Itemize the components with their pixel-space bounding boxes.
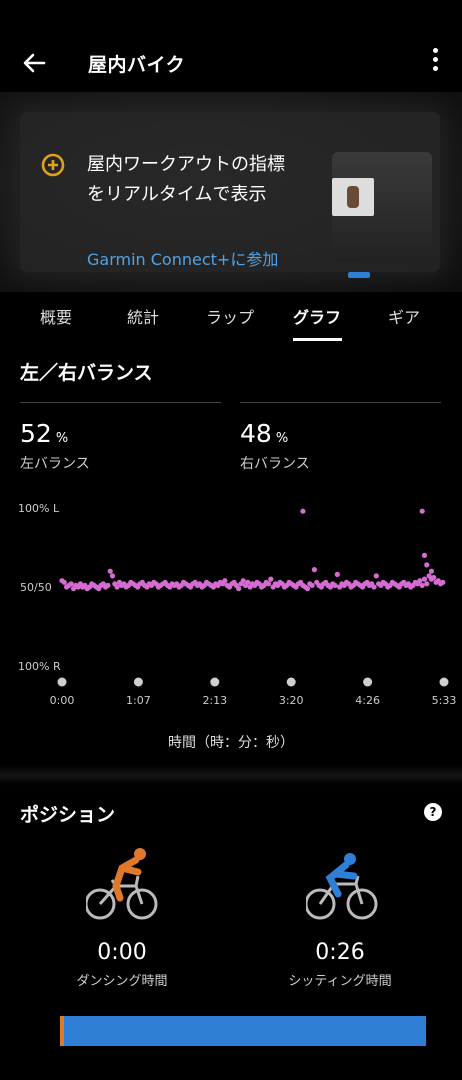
balance-point — [419, 508, 425, 514]
tab-bar: 概要 統計 ラップ グラフ ギア — [0, 296, 462, 344]
right-balance-label: 右バランス — [240, 456, 310, 472]
balance-point — [300, 508, 306, 514]
right-balance-number: 48 — [240, 419, 272, 448]
balance-point — [417, 578, 423, 584]
y-tick-label: 50/50 — [20, 581, 52, 594]
tab-laps[interactable]: ラップ — [206, 304, 254, 328]
tab-overview[interactable]: 概要 — [40, 304, 72, 328]
help-icon[interactable]: ? — [424, 803, 442, 821]
promo-device-image — [332, 152, 432, 278]
balance-point — [236, 586, 242, 592]
balance-point — [107, 568, 113, 574]
position-ratio-bar — [60, 1016, 426, 1046]
balance-point — [332, 582, 338, 588]
x-tick-dot — [133, 677, 143, 687]
right-balance-unit: % — [275, 431, 289, 446]
x-tick-dot — [439, 677, 449, 687]
left-balance-unit: % — [55, 431, 69, 446]
balance-point — [371, 584, 377, 590]
page-title: 屋内バイク — [88, 54, 186, 76]
seated-time: 0:26 — [315, 940, 365, 965]
active-tab-indicator — [293, 338, 342, 341]
balance-point — [265, 581, 272, 587]
x-tick-label: 5:33 — [432, 694, 457, 707]
left-divider — [20, 402, 221, 403]
balance-point — [304, 586, 311, 592]
connect-plus-icon — [41, 153, 65, 177]
balance-point — [424, 562, 430, 568]
left-balance-label: 左バランス — [20, 456, 90, 472]
left-balance-value: 52% — [20, 419, 68, 448]
balance-point — [428, 568, 434, 574]
x-tick-dot — [57, 677, 67, 687]
right-divider — [240, 402, 441, 403]
x-tick-label: 2:13 — [202, 694, 227, 707]
balance-point — [424, 581, 430, 587]
x-tick-label: 3:20 — [279, 694, 304, 707]
standing-ratio-fill — [60, 1016, 64, 1046]
balance-point — [245, 579, 251, 585]
balance-point — [419, 582, 425, 588]
promo-card[interactable]: 屋内ワークアウトの指標 をリアルタイムで表示 Garmin Connect+に参… — [20, 112, 440, 278]
tab-gear[interactable]: ギア — [388, 304, 420, 328]
x-axis-title: 時間（時：分：秒） — [168, 735, 294, 751]
back-arrow-icon[interactable] — [20, 48, 50, 78]
y-tick-label: 100% R — [18, 660, 61, 673]
standing-time: 0:00 — [97, 940, 147, 965]
standing-rider-icon — [86, 848, 158, 920]
seated-label: シッティング時間 — [288, 974, 392, 989]
balance-section-title: 左／右バランス — [20, 362, 153, 384]
balance-point — [268, 576, 274, 582]
tab-graph[interactable]: グラフ — [293, 304, 341, 328]
more-options-icon[interactable] — [428, 48, 442, 80]
balance-point — [431, 574, 437, 581]
right-balance-value: 48% — [240, 419, 288, 448]
y-tick-label: 100% L — [18, 502, 60, 515]
balance-point — [309, 582, 315, 588]
balance-point — [61, 579, 67, 585]
tab-stats[interactable]: 統計 — [127, 304, 159, 328]
left-balance-number: 52 — [20, 419, 52, 448]
balance-point — [373, 573, 379, 579]
x-tick-label: 0:00 — [50, 694, 75, 707]
balance-point — [114, 584, 120, 590]
balance-point — [109, 573, 116, 579]
seated-rider-icon — [306, 853, 378, 920]
x-tick-dot — [363, 677, 373, 687]
balance-point — [240, 578, 246, 584]
x-tick-label: 1:07 — [126, 694, 151, 707]
x-tick-label: 4:26 — [355, 694, 380, 707]
standing-label: ダンシング時間 — [76, 974, 168, 989]
promo-text-line2: をリアルタイムで表示 — [87, 184, 267, 205]
balance-point — [311, 567, 317, 573]
promo-text: 屋内ワークアウトの指標 をリアルタイムで表示 — [87, 150, 327, 210]
position-section-title: ポジション — [20, 804, 116, 826]
balance-point — [421, 576, 428, 582]
balance-point — [334, 571, 340, 577]
balance-point — [421, 552, 428, 558]
balance-point — [222, 578, 228, 584]
balance-chart[interactable]: 100% L 50/50 100% R 0:00 1:07 2:13 3:20 4:26 5:3… — [0, 490, 462, 760]
x-tick-dot — [210, 677, 220, 687]
x-tick-dot — [286, 677, 296, 687]
balance-point — [68, 581, 74, 587]
balance-point — [440, 579, 446, 585]
promo-text-line1: 屋内ワークアウトの指標 — [87, 154, 285, 175]
section-separator — [0, 765, 462, 785]
balance-point — [105, 582, 111, 588]
connect-plus-promo[interactable]: 屋内ワークアウトの指標 をリアルタイムで表示 Garmin Connect+に参… — [0, 92, 462, 292]
join-connect-plus-link[interactable]: Garmin Connect+に参加 — [87, 246, 278, 270]
